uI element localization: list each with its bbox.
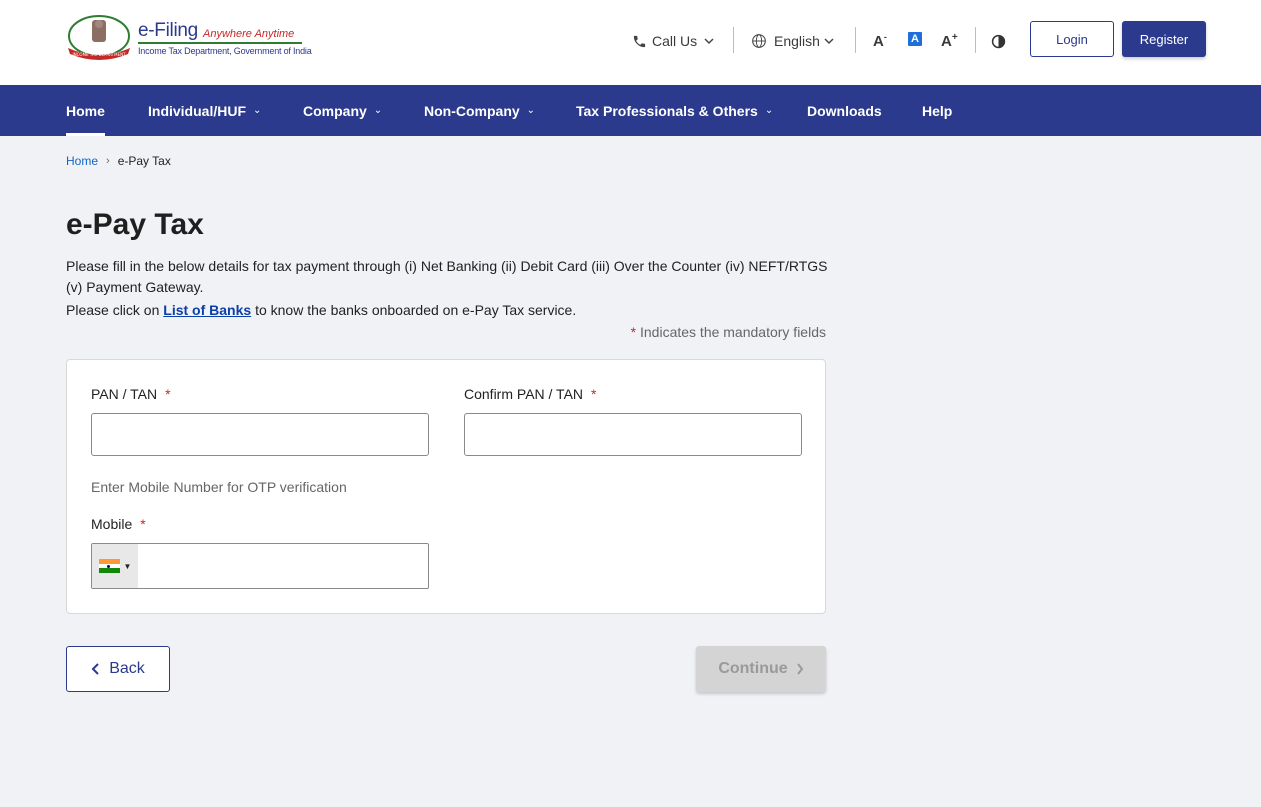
mobile-hint: Enter Mobile Number for OTP verification	[91, 479, 347, 495]
back-label: Back	[109, 660, 145, 677]
register-label: Register	[1139, 31, 1189, 47]
breadcrumb: Home › e-Pay Tax	[66, 154, 171, 168]
login-label: Login	[1056, 31, 1088, 47]
language-label: English	[774, 33, 820, 49]
brand-rule	[138, 42, 302, 44]
pan-tan-label: PAN / TAN *	[91, 386, 171, 402]
chevron-right-icon: ›	[106, 155, 110, 167]
nav-item-tax-professionals[interactable]: Tax Professionals & Others ⌄	[576, 85, 773, 136]
confirm-pan-tan-label-text: Confirm PAN / TAN	[464, 386, 584, 402]
pan-tan-label-text: PAN / TAN	[91, 386, 158, 402]
chevron-down-icon	[704, 38, 714, 45]
register-button[interactable]: Register	[1122, 21, 1206, 57]
chevron-down-icon: ⌄	[764, 105, 774, 116]
chevron-down-icon: ⌄	[526, 105, 536, 116]
required-star: *	[591, 386, 597, 402]
mobile-input-group: ▼	[91, 543, 429, 589]
breadcrumb-home-link[interactable]: Home	[66, 154, 98, 168]
contrast-icon	[991, 34, 1006, 48]
nav-item-individual-huf[interactable]: Individual/HUF ⌄	[148, 85, 261, 136]
payment-form-card: PAN / TAN * Confirm PAN / TAN * Enter Mobi…	[66, 359, 826, 614]
contrast-toggle[interactable]	[991, 30, 1006, 52]
call-us-label: Call Us	[652, 33, 698, 49]
bank-list-note: Please click on List of Banks to know th…	[66, 302, 576, 318]
required-star: *	[165, 386, 171, 402]
chevron-left-icon	[91, 663, 99, 675]
nav-item-non-company[interactable]: Non-Company ⌄	[424, 85, 535, 136]
required-star: *	[140, 516, 146, 532]
nav-item-label: Tax Professionals & Others	[576, 102, 758, 119]
back-button[interactable]: Back	[66, 646, 170, 692]
mandatory-note: * Indicates the mandatory fields	[631, 324, 826, 340]
nav-item-label: Company	[303, 102, 367, 119]
nav-item-label: Individual/HUF	[148, 102, 246, 119]
nav-item-label: Non-Company	[424, 102, 520, 119]
language-dropdown[interactable]: English	[751, 30, 834, 52]
globe-icon	[752, 34, 766, 48]
confirm-pan-tan-input[interactable]	[464, 413, 802, 456]
brand-tagline: Anywhere Anytime	[203, 28, 295, 40]
bank-list-prefix: Please click on	[66, 302, 164, 318]
chevron-down-icon: ⌄	[373, 105, 383, 116]
header-divider	[975, 27, 976, 53]
emblem-icon: INCOME TAX DEPARTMENT	[68, 15, 130, 60]
login-button[interactable]: Login	[1030, 21, 1114, 57]
department-name: Income Tax Department, Government of Ind…	[138, 46, 312, 56]
chevron-right-icon	[796, 663, 803, 675]
nav-item-company[interactable]: Company ⌄	[303, 85, 382, 136]
svg-text:INCOME TAX DEPARTMENT: INCOME TAX DEPARTMENT	[72, 52, 126, 57]
breadcrumb-current: e-Pay Tax	[117, 154, 171, 168]
continue-label: Continue	[718, 660, 788, 677]
page-title: e-Pay Tax	[66, 208, 204, 241]
pan-tan-input[interactable]	[91, 413, 429, 456]
font-increase-label: A	[941, 32, 952, 50]
bank-list-suffix: to know the banks onboarded on e-Pay Tax…	[251, 302, 577, 318]
nav-item-label: Home	[66, 102, 105, 119]
font-decrease-button[interactable]: A-	[873, 30, 887, 52]
mandatory-note-text: Indicates the mandatory fields	[636, 324, 826, 340]
continue-button[interactable]: Continue	[696, 646, 826, 692]
chevron-down-icon	[824, 38, 834, 45]
nav-item-label: Help	[922, 102, 953, 119]
caret-down-icon: ▼	[123, 561, 132, 571]
mobile-number-input[interactable]	[139, 544, 428, 588]
header-divider	[733, 27, 734, 53]
site-header: INCOME TAX DEPARTMENT e-Filing Anywhere …	[0, 0, 1261, 85]
country-code-dropdown[interactable]: ▼	[92, 544, 138, 588]
mobile-label-text: Mobile	[91, 516, 133, 532]
phone-icon	[633, 35, 646, 47]
confirm-pan-tan-label: Confirm PAN / TAN *	[464, 386, 596, 402]
brand-name: e-Filing	[138, 20, 198, 41]
font-default-label: A	[911, 33, 919, 45]
nav-item-downloads[interactable]: Downloads	[807, 85, 882, 136]
nav-item-label: Downloads	[807, 102, 882, 119]
nav-item-home[interactable]: Home	[66, 85, 105, 136]
font-increase-button[interactable]: A +	[941, 30, 958, 52]
chevron-down-icon: ⌄	[253, 105, 262, 116]
font-default-button[interactable]: A	[908, 32, 922, 46]
list-of-banks-link[interactable]: List of Banks	[163, 302, 251, 318]
call-us-dropdown[interactable]: Call Us	[632, 30, 714, 52]
header-divider	[855, 27, 856, 53]
font-decrease-label: A	[873, 32, 884, 50]
mobile-label: Mobile *	[91, 516, 146, 532]
page-description: Please fill in the below details for tax…	[66, 258, 828, 295]
main-nav: Home Individual/HUF ⌄ Company ⌄ Non-Compan…	[0, 85, 1261, 136]
efiling-logo[interactable]: INCOME TAX DEPARTMENT e-Filing Anywhere …	[66, 14, 312, 64]
nav-item-help[interactable]: Help	[922, 85, 952, 136]
india-flag-icon	[98, 559, 120, 574]
